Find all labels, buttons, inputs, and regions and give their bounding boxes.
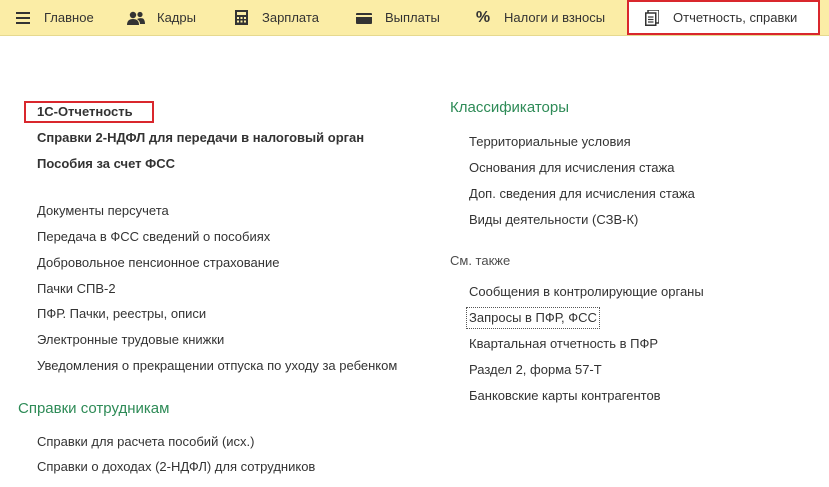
link-fss-benefits[interactable]: Пособия за счет ФСС [37,156,175,172]
link-personal-records-documents[interactable]: Документы персучета [37,203,169,219]
nav-item-salary[interactable]: Зарплата [232,0,319,35]
link-spv2-packs[interactable]: Пачки СПВ-2 [37,281,116,297]
link-pfr-packs-registers[interactable]: ПФР. Пачки, реестры, описи [37,306,206,322]
nav-item-label: Кадры [157,10,196,25]
nav-item-taxes[interactable]: % Налоги и взносы [474,0,605,35]
section-title-classifiers: Классификаторы [450,99,570,116]
link-territorial-conditions[interactable]: Территориальные условия [469,134,631,150]
nav-item-label: Выплаты [385,10,440,25]
calculator-icon [232,9,250,27]
nav-item-personnel[interactable]: Кадры [127,0,196,35]
link-quarterly-pfr-reporting[interactable]: Квартальная отчетность в ПФР [469,336,658,352]
hamburger-menu-icon [14,9,32,27]
nav-item-label: Налоги и взносы [504,10,606,25]
link-parental-leave-end-notices[interactable]: Уведомления о прекращении отпуска по ухо… [37,358,397,374]
link-activity-types-szvk[interactable]: Виды деятельности (СЗВ-К) [469,212,638,228]
wallet-icon [355,9,373,27]
link-bank-cards-contractors[interactable]: Банковские карты контрагентов [469,388,661,404]
percent-icon: % [475,8,491,26]
link-benefit-calculation-certificates[interactable]: Справки для расчета пособий (исх.) [37,434,254,450]
link-fss-benefits-transfer[interactable]: Передача в ФСС сведений о пособиях [37,229,270,245]
nav-item-payments[interactable]: Выплаты [355,0,440,35]
link-voluntary-pension-insurance[interactable]: Добровольное пенсионное страхование [37,255,279,271]
nav-item-label: Зарплата [262,10,319,25]
section-title-employee-certificates: Справки сотрудникам [18,400,170,417]
highlight-frame-reports-tab [627,0,820,35]
link-2ndfl-tax-certificates[interactable]: Справки 2-НДФЛ для передачи в налоговый … [37,130,364,146]
link-section2-form57t[interactable]: Раздел 2, форма 57-Т [469,362,602,378]
people-icon [127,9,145,27]
nav-item-label: Главное [44,10,94,25]
nav-item-main[interactable]: Главное [14,0,94,35]
link-electronic-work-books[interactable]: Электронные трудовые книжки [37,332,224,348]
link-income-certificates-employees[interactable]: Справки о доходах (2-НДФЛ) для сотрудник… [37,459,315,475]
link-pfr-fss-requests[interactable]: Запросы в ПФР, ФСС [466,307,600,329]
subtitle-see-also: См. также [450,253,511,268]
highlight-frame-1c-reporting [24,101,154,123]
link-seniority-additional-info[interactable]: Доп. сведения для исчисления стажа [469,186,695,202]
link-seniority-grounds[interactable]: Основания для исчисления стажа [469,160,674,176]
link-regulatory-messages[interactable]: Сообщения в контролирующие органы [469,284,704,300]
